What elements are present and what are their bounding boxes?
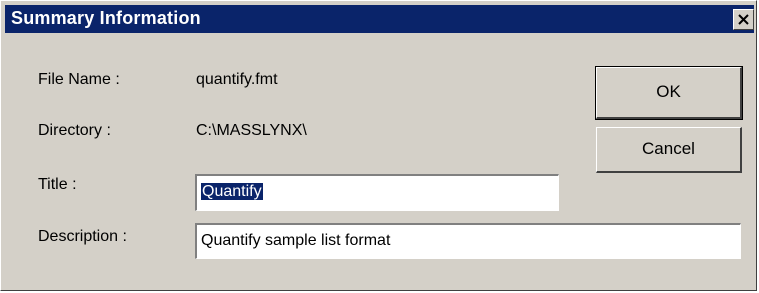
window-title: Summary Information [11, 8, 201, 28]
directory-value: C:\MASSLYNX\ [196, 122, 307, 139]
close-button[interactable] [733, 9, 754, 30]
file-name-value: quantify.fmt [196, 71, 278, 88]
close-icon [738, 14, 749, 25]
title-field-value: Quantify [201, 183, 263, 200]
directory-label: Directory : [38, 122, 111, 139]
cancel-button[interactable]: Cancel [596, 127, 742, 173]
description-label: Description : [38, 228, 127, 245]
ok-button[interactable]: OK [595, 66, 743, 120]
title-label: Title : [38, 176, 77, 193]
description-field[interactable]: Quantify sample list format [195, 223, 741, 259]
cancel-button-label: Cancel [642, 139, 695, 158]
ok-button-label: OK [656, 82, 681, 101]
title-field[interactable]: Quantify [195, 174, 559, 211]
summary-information-dialog: Summary Information File Name : quantify… [0, 0, 757, 291]
file-name-label: File Name : [38, 71, 120, 88]
description-field-value: Quantify sample list format [201, 232, 391, 249]
title-bar[interactable]: Summary Information [5, 5, 754, 33]
